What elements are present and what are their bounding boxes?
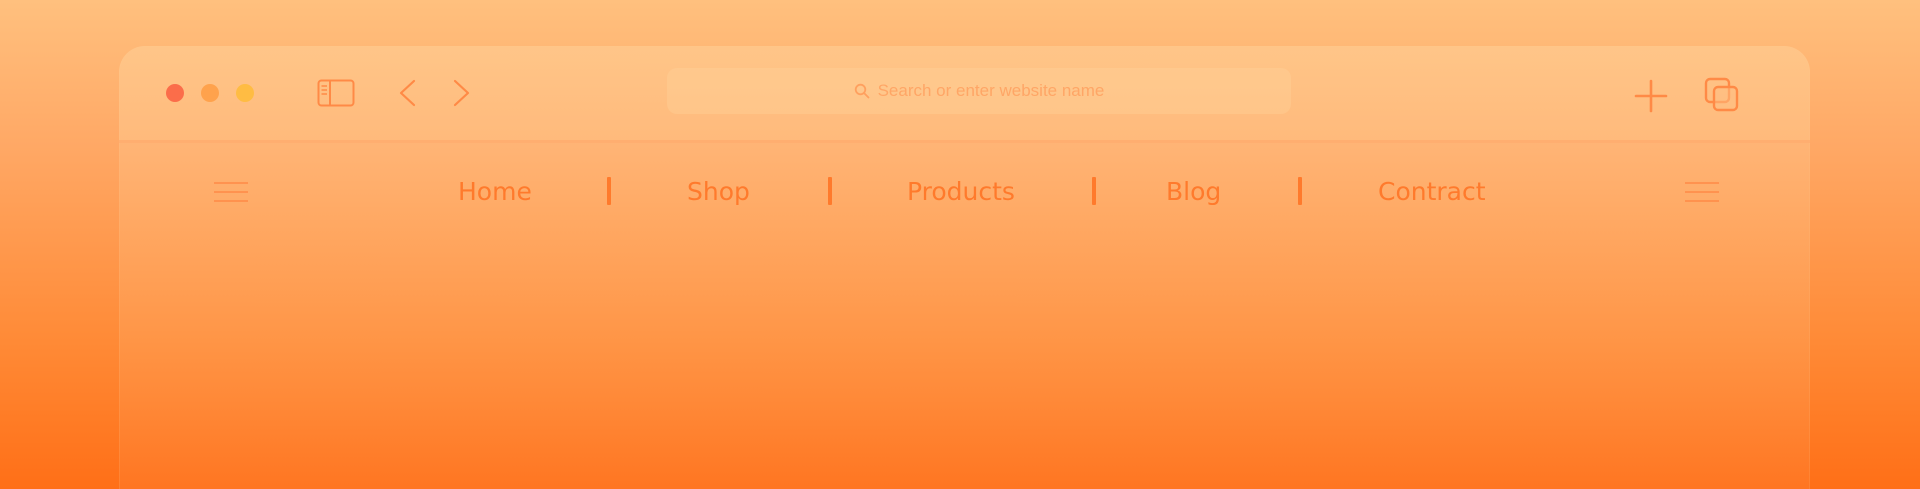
site-navigation: Home Shop Products Blog Contract — [119, 146, 1810, 226]
maximize-window-button[interactable] — [236, 84, 254, 102]
plus-icon[interactable] — [1634, 79, 1668, 113]
close-window-button[interactable] — [166, 84, 184, 102]
nav-link-home[interactable]: Home — [458, 176, 532, 208]
address-bar[interactable]: Search or enter website name — [667, 68, 1291, 114]
nav-separator — [1092, 177, 1096, 205]
address-placeholder: Search or enter website name — [877, 81, 1105, 100]
tabs-icon[interactable] — [1704, 77, 1740, 113]
nav-link-shop[interactable]: Shop — [687, 176, 750, 208]
nav-separator — [607, 177, 611, 205]
minimize-window-button[interactable] — [201, 84, 219, 102]
browser-toolbar: Search or enter website name — [119, 46, 1810, 143]
hamburger-icon[interactable] — [214, 181, 248, 203]
nav-separator — [1298, 177, 1302, 205]
forward-icon[interactable] — [449, 78, 473, 108]
back-icon[interactable] — [396, 78, 420, 108]
sidebar-icon[interactable] — [317, 79, 355, 107]
browser-window: Search or enter website name Home Shop P… — [119, 46, 1810, 489]
nav-link-blog[interactable]: Blog — [1166, 176, 1221, 208]
nav-link-contract[interactable]: Contract — [1378, 176, 1486, 208]
search-icon — [854, 83, 869, 99]
nav-separator — [828, 177, 832, 205]
nav-link-products[interactable]: Products — [907, 176, 1015, 208]
hamburger-icon[interactable] — [1685, 181, 1719, 203]
